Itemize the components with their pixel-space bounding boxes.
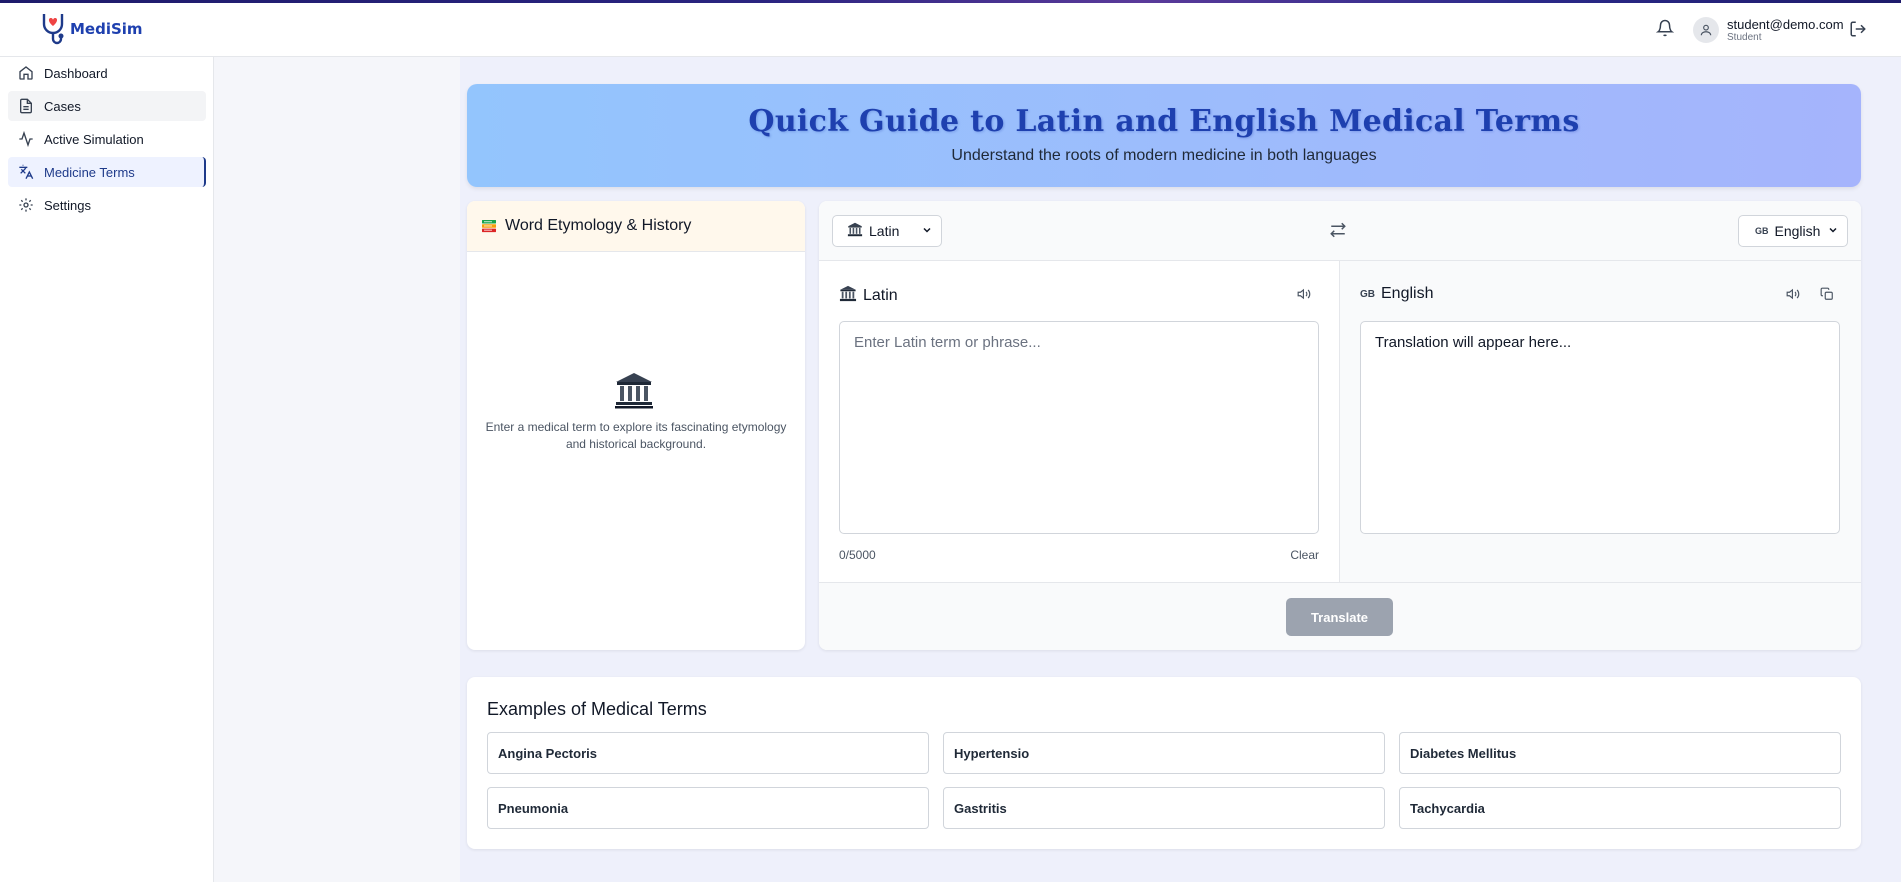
target-language-select[interactable]: GB English: [1738, 215, 1848, 247]
sidebar: Dashboard Cases Active Simulation Medici…: [0, 57, 214, 882]
source-pane-label: Latin: [839, 285, 898, 307]
translation-output: Translation will appear here...: [1360, 321, 1840, 534]
example-term[interactable]: Hypertensio: [943, 732, 1385, 774]
page-subtitle: Understand the roots of modern medicine …: [951, 147, 1377, 164]
classical-building-icon: [614, 371, 654, 414]
copy-icon[interactable]: [1820, 287, 1834, 306]
example-term[interactable]: Gastritis: [943, 787, 1385, 829]
sidebar-item-label: Dashboard: [44, 65, 108, 81]
etymology-panel: Word Etymology & History Enter a medical…: [467, 201, 805, 650]
target-language-value: English: [1774, 223, 1821, 239]
user-icon: [1700, 24, 1712, 36]
example-term[interactable]: Tachycardia: [1399, 787, 1841, 829]
examples-panel: Examples of Medical Terms Angina Pectori…: [467, 677, 1861, 849]
translate-button[interactable]: Translate: [1286, 598, 1393, 636]
user-avatar[interactable]: [1693, 17, 1719, 43]
character-count: 0/5000: [839, 548, 876, 562]
sidebar-item-label: Medicine Terms: [44, 164, 135, 180]
source-text-input[interactable]: Enter Latin term or phrase...: [839, 321, 1319, 534]
stethoscope-heart-icon: [42, 14, 64, 45]
language-bar: Latin GB English: [819, 201, 1861, 261]
swap-languages-icon[interactable]: [1329, 221, 1347, 244]
example-term[interactable]: Pneumonia: [487, 787, 929, 829]
app-header: MediSim student@demo.com Student: [0, 3, 1901, 57]
target-pane: GB English Translation will appear here.…: [1340, 261, 1861, 582]
gb-flag-icon: GB: [1360, 288, 1375, 300]
user-role: Student: [1727, 32, 1762, 43]
hero-banner: Quick Guide to Latin and English Medical…: [467, 84, 1861, 187]
sidebar-item-label: Active Simulation: [44, 131, 144, 147]
sidebar-item-label: Settings: [44, 197, 91, 213]
sidebar-item-active-simulation[interactable]: Active Simulation: [8, 124, 206, 154]
books-icon: [482, 220, 496, 233]
etymology-empty-message: Enter a medical term to explore its fasc…: [485, 420, 787, 451]
document-icon: [20, 98, 32, 114]
chevron-down-icon: [1827, 223, 1839, 239]
example-term[interactable]: Diabetes Mellitus: [1399, 732, 1841, 774]
sidebar-item-dashboard[interactable]: Dashboard: [8, 58, 206, 88]
chevron-down-icon: [921, 223, 933, 239]
sidebar-item-settings[interactable]: Settings: [8, 190, 206, 220]
clear-button[interactable]: Clear: [1290, 548, 1319, 562]
notifications-bell-icon[interactable]: [1655, 19, 1675, 42]
source-language-select[interactable]: Latin: [832, 215, 942, 247]
example-term[interactable]: Angina Pectoris: [487, 732, 929, 774]
etymology-title: Word Etymology & History: [505, 217, 692, 234]
page-title: Quick Guide to Latin and English Medical…: [748, 104, 1580, 139]
translator-panel: Latin GB English Latin Enter Latin term …: [819, 201, 1861, 650]
translate-icon: [19, 164, 34, 179]
gb-flag-icon: GB: [1755, 226, 1769, 236]
user-email: student@demo.com: [1727, 17, 1844, 32]
target-pane-label: GB English: [1360, 285, 1433, 303]
etymology-header: Word Etymology & History: [467, 201, 805, 252]
examples-title: Examples of Medical Terms: [487, 699, 707, 719]
sidebar-item-label: Cases: [44, 98, 81, 114]
source-language-value: Latin: [869, 223, 900, 239]
activity-icon: [19, 131, 33, 147]
source-language-label: Latin: [863, 287, 898, 304]
sidebar-item-medicine-terms[interactable]: Medicine Terms: [8, 157, 206, 187]
target-language-label: English: [1381, 285, 1434, 302]
sidebar-item-cases[interactable]: Cases: [8, 91, 206, 121]
classical-building-icon: [847, 222, 863, 240]
app-name: MediSim: [70, 20, 143, 38]
speaker-icon[interactable]: [1786, 287, 1800, 306]
speaker-icon[interactable]: [1297, 287, 1311, 306]
logout-icon[interactable]: [1849, 20, 1867, 43]
source-pane: Latin Enter Latin term or phrase... 0/50…: [819, 261, 1340, 582]
home-icon: [19, 66, 33, 80]
translate-actions: Translate: [819, 582, 1861, 650]
gear-icon: [19, 198, 33, 212]
app-logo[interactable]: MediSim: [40, 11, 143, 47]
classical-building-icon: [839, 285, 857, 307]
